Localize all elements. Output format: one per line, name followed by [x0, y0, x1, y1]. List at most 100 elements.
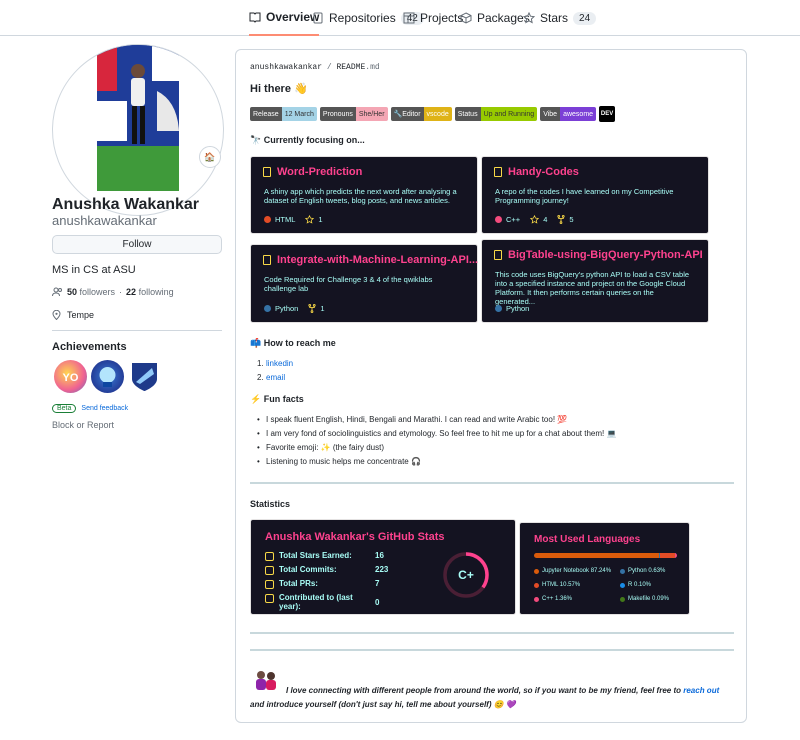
repo-description: A repo of the codes I have learned on my…: [495, 187, 674, 205]
shield-left: Status: [454, 107, 481, 121]
readme-greeting: Hi there 👋: [250, 83, 308, 95]
repo-icon: [313, 12, 323, 24]
shield-left: Release: [250, 107, 282, 121]
language-dot: [264, 305, 271, 312]
stat-value: 0: [375, 597, 380, 607]
following-link[interactable]: 22 following: [126, 287, 174, 297]
achievement-yolo-badge[interactable]: YO: [54, 360, 87, 393]
shield-right: She/Her: [355, 107, 388, 121]
beta-label: Beta: [52, 404, 77, 413]
repo-description: This code uses BigQuery's python API to …: [495, 270, 690, 306]
pinned-repo-card[interactable]: Handy-Codes A repo of the codes I have l…: [481, 156, 709, 234]
tab-overview[interactable]: Overview: [249, 0, 320, 36]
stat-label: Total PRs:: [265, 579, 375, 589]
language-label: Makefile 0.09%: [628, 596, 670, 602]
top-languages-card: Most Used Languages Jupyter Notebook 87.…: [519, 522, 690, 615]
repo-description: A shiny app which predicts the next word…: [264, 187, 457, 205]
following-label: following: [138, 287, 174, 297]
footer-text: I love connecting with different people …: [286, 686, 681, 695]
followers-count: 50: [67, 287, 78, 297]
star-icon: [305, 215, 315, 224]
crumb-user-link[interactable]: anushkawakankar: [250, 63, 322, 72]
stat-row: Total Stars Earned: 16: [265, 551, 384, 561]
language-label: Python 0.63%: [628, 568, 666, 574]
followers-label: followers: [79, 287, 116, 297]
fork-icon: [557, 215, 565, 224]
pinned-repo-card[interactable]: Word-Prediction A shiny app which predic…: [250, 156, 478, 234]
repo-name: Handy-Codes: [508, 166, 579, 178]
pinned-repo-card[interactable]: Integrate-with-Machine-Learning-API... C…: [250, 244, 478, 323]
shield-badge: Release 12 March: [250, 107, 317, 121]
people-icon: [52, 287, 62, 297]
stat-row: Contributed to (last year): 0: [265, 593, 379, 611]
crumb-file: README: [336, 63, 366, 72]
list-item: email: [257, 371, 293, 385]
reach-list: linkedin email: [257, 357, 293, 385]
repo-stars: 4: [543, 215, 548, 224]
pinned-repo-card[interactable]: BigTable-using-BigQuery-Python-API This …: [481, 239, 709, 323]
repo-meta: HTML 1: [264, 215, 323, 224]
readme-breadcrumb: anushkawakankar / README.md: [250, 63, 380, 72]
footer-text-2: and introduce yourself (don't just say h…: [250, 700, 516, 709]
stat-value: 223: [375, 565, 389, 574]
avatar[interactable]: [52, 44, 224, 216]
reach-out-link[interactable]: reach out: [683, 686, 719, 695]
avatar-photo: [97, 45, 179, 191]
shield-right: 12 March: [281, 107, 317, 121]
achievements-title: Achievements: [52, 341, 127, 353]
profile-name: Anushka Wakankar: [52, 196, 200, 213]
tab-stars[interactable]: Stars 24: [523, 0, 597, 36]
stat-label: Total Stars Earned:: [265, 551, 375, 561]
status-emoji-button[interactable]: 🏠: [199, 146, 221, 168]
crumb-ext: .md: [365, 63, 380, 72]
achievement-arctic-badge[interactable]: [128, 360, 161, 393]
repo-language: C++: [506, 215, 521, 224]
repo-meta: C++ 4 5: [495, 215, 574, 224]
block-report-link[interactable]: Block or Report: [52, 420, 114, 430]
dev-badge[interactable]: DEV: [599, 106, 616, 122]
shield-right: Up and Running: [480, 107, 538, 121]
language-item: Makefile 0.09%: [620, 596, 669, 602]
language-item: Python 0.63%: [620, 568, 665, 574]
language-label: R 0.10%: [628, 582, 652, 588]
language-item: Jupyter Notebook 87.24%: [534, 568, 611, 574]
tab-projects[interactable]: Projects: [403, 0, 463, 36]
tab-packages[interactable]: Packages: [460, 0, 530, 36]
repo-description: Code Required for Challenge 3 & 4 of the…: [264, 275, 433, 293]
location-text: Tempe: [67, 310, 95, 320]
language-bar-segment: [534, 553, 659, 558]
house-icon: 🏠: [204, 151, 216, 162]
send-feedback-link[interactable]: Send feedback: [81, 405, 128, 412]
repo-icon: [494, 250, 502, 260]
follow-button[interactable]: Follow: [52, 235, 222, 254]
star-icon: [530, 215, 540, 224]
linkedin-link[interactable]: linkedin: [266, 359, 293, 368]
follow-stats: 50 followers · 22 following: [52, 287, 174, 297]
repo-stars: 1: [318, 215, 323, 224]
shield-badges: Release 12 March Pronouns She/Her 🔧Editor vsc…: [250, 106, 616, 122]
profile-tab-nav: Overview Repositories 42 Projects Packag…: [0, 0, 800, 36]
repo-title: BigTable-using-BigQuery-Python-API: [494, 249, 703, 261]
language-item: C++ 1.36%: [534, 596, 572, 602]
language-label: C++ 1.36%: [542, 596, 573, 602]
fun-heading: ⚡ Fun facts: [250, 394, 304, 404]
stat-row: Total PRs: 7: [265, 579, 379, 589]
profile-bio: MS in CS at ASU: [52, 264, 136, 276]
achievement-quickdraw-badge[interactable]: [91, 360, 124, 393]
crumb-separator: /: [326, 63, 332, 72]
language-bar-segment: [659, 553, 675, 558]
repo-name: Integrate-with-Machine-Learning-API...: [277, 254, 479, 266]
shield-badge: Vibe awesome: [540, 107, 597, 121]
beta-feedback: Beta Send feedback: [52, 404, 128, 413]
email-link[interactable]: email: [266, 373, 285, 382]
repo-language: Python: [506, 304, 530, 313]
stat-label: Contributed to (last year):: [265, 593, 375, 611]
followers-link[interactable]: 50 followers: [67, 287, 115, 297]
language-dot: [495, 305, 502, 312]
tab-count: 24: [573, 11, 597, 25]
focus-heading: 🔭 Currently focusing on...: [250, 135, 365, 145]
shield-left: 🔧Editor: [390, 107, 424, 121]
repo-title: Integrate-with-Machine-Learning-API...: [263, 254, 478, 266]
tab-label: Repositories: [329, 11, 396, 25]
tab-label: Packages: [477, 11, 530, 25]
